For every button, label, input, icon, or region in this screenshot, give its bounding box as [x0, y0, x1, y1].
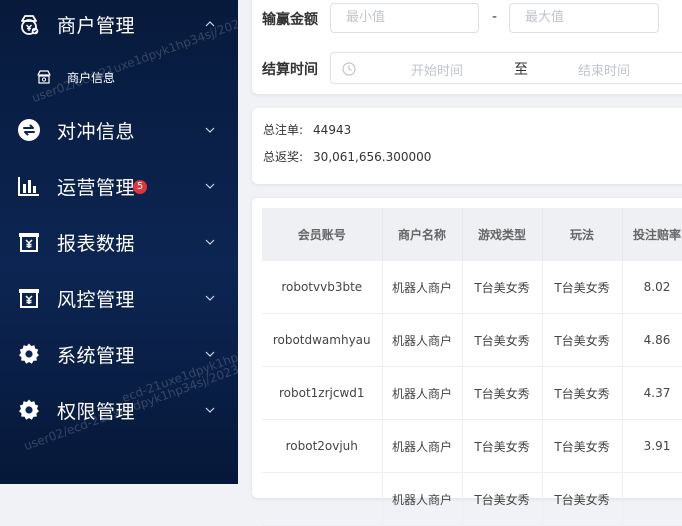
cell-member-account: robotvvb3bte	[262, 261, 383, 314]
cell-odds: 4.86	[622, 313, 682, 367]
hedge-icon	[17, 118, 41, 142]
total-payout-label: 总返奖:	[263, 150, 304, 164]
cell-member-account: robot1zrjcwd1	[262, 366, 383, 420]
chevron-down-icon	[204, 404, 216, 416]
column-header-play-type[interactable]: 玩法	[542, 208, 623, 261]
total-payout-value: 30,061,656.300000	[313, 150, 432, 164]
cell-game-type: T台美女秀	[462, 472, 543, 526]
sidebar-subitem-merchant-info[interactable]: 商户信息	[0, 66, 238, 88]
cell-odds: 3.91	[622, 419, 682, 473]
chevron-down-icon	[204, 236, 216, 248]
settlement-date-range[interactable]: 开始时间 至 结束时间	[330, 52, 682, 84]
cell-play-type: T台美女秀	[542, 472, 623, 526]
start-time-input[interactable]: 开始时间	[411, 60, 463, 79]
cell-game-type: T台美女秀	[462, 366, 543, 420]
total-bets-label: 总注单:	[263, 123, 304, 137]
merchant-info-icon	[36, 69, 52, 85]
column-header-merchant-name[interactable]: 商户名称	[382, 208, 463, 261]
settlement-time-label: 结算时间	[262, 62, 318, 78]
total-payout: 总返奖: 30,061,656.300000	[263, 148, 431, 165]
table-row[interactable]: robot2ovjuh 机器人商户 T台美女秀 T台美女秀 3.91	[262, 419, 682, 473]
filter-panel: 输赢金额 最小值 - 最大值 结算时间 开始时间 至 结束时间	[252, 0, 682, 94]
column-header-member-account[interactable]: 会员账号	[262, 208, 383, 261]
sidebar-item-label: 运营管理	[57, 176, 136, 199]
sidebar-item-label: 系统管理	[57, 344, 136, 367]
sidebar-item-hedge-info[interactable]: 对冲信息	[0, 112, 238, 148]
sidebar-subitem-label: 商户信息	[67, 71, 116, 85]
sidebar-item-report-data[interactable]: 报表数据	[0, 224, 238, 260]
gear-icon	[17, 342, 41, 366]
cell-member-account: robot2ovjuh	[262, 419, 383, 473]
total-bets: 总注单: 44943	[263, 121, 351, 138]
table-row[interactable]: robot1zrjcwd1 机器人商户 T台美女秀 T台美女秀 4.37	[262, 366, 682, 420]
amount-label: 输赢金额	[262, 12, 318, 28]
chevron-down-icon	[204, 180, 216, 192]
merchant-icon	[17, 12, 41, 36]
column-header-odds[interactable]: 投注赔率	[622, 208, 682, 261]
risk-control-icon	[17, 286, 41, 310]
sidebar-item-label: 对冲信息	[57, 120, 136, 143]
chevron-down-icon	[204, 292, 216, 304]
sidebar: 商户管理 商户信息 对冲信息 运营管理 5 报表数据 风控管理 系统管理 权限管…	[0, 0, 238, 484]
cell-merchant-name: 机器人商户	[382, 313, 463, 367]
bets-table: 会员账号 商户名称 游戏类型 玩法 投注赔率 robotvvb3bte 机器人商…	[262, 208, 682, 526]
table-row[interactable]: robotvvb3bte 机器人商户 T台美女秀 T台美女秀 8.02	[262, 261, 682, 314]
table-row[interactable]: robotdwamhyau 机器人商户 T台美女秀 T台美女秀 4.86	[262, 313, 682, 367]
cell-merchant-name: 机器人商户	[382, 261, 463, 314]
total-bets-value: 44943	[313, 123, 352, 137]
sidebar-item-label: 报表数据	[57, 232, 136, 255]
end-time-input[interactable]: 结束时间	[578, 60, 630, 79]
cell-play-type: T台美女秀	[542, 419, 623, 473]
sidebar-item-operations-management[interactable]: 运营管理 5	[0, 168, 238, 204]
cell-odds: 4.37	[622, 366, 682, 420]
cell-merchant-name: 机器人商户	[382, 472, 463, 526]
column-header-game-type[interactable]: 游戏类型	[462, 208, 543, 261]
sidebar-item-label: 风控管理	[57, 288, 136, 311]
cell-play-type: T台美女秀	[542, 313, 623, 367]
notification-badge: 5	[133, 180, 147, 194]
chevron-down-icon	[204, 348, 216, 360]
report-icon	[17, 230, 41, 254]
bar-chart-icon	[17, 174, 41, 198]
table-row[interactable]: 机器人商户 T台美女秀 T台美女秀	[262, 472, 682, 526]
sidebar-item-label: 商户管理	[57, 14, 136, 37]
chevron-up-icon	[204, 18, 216, 30]
sidebar-item-merchant-management[interactable]: 商户管理	[0, 6, 238, 42]
bets-table-panel: 会员账号 商户名称 游戏类型 玩法 投注赔率 robotvvb3bte 机器人商…	[252, 198, 682, 526]
cell-odds: 8.02	[622, 261, 682, 314]
chevron-down-icon	[204, 124, 216, 136]
summary-panel: 总注单: 44943 总返奖: 30,061,656.300000	[252, 108, 682, 184]
cell-play-type: T台美女秀	[542, 366, 623, 420]
sidebar-item-risk-control[interactable]: 风控管理	[0, 280, 238, 316]
max-amount-input[interactable]: 最大值	[509, 3, 659, 33]
gear-icon	[17, 398, 41, 422]
cell-merchant-name: 机器人商户	[382, 366, 463, 420]
cell-member-account	[262, 472, 383, 526]
cell-play-type: T台美女秀	[542, 261, 623, 314]
table-header-row: 会员账号 商户名称 游戏类型 玩法 投注赔率	[262, 208, 682, 261]
sidebar-item-permission-management[interactable]: 权限管理	[0, 392, 238, 428]
cell-game-type: T台美女秀	[462, 419, 543, 473]
clock-icon	[342, 61, 356, 76]
cell-odds	[622, 472, 682, 526]
cell-member-account: robotdwamhyau	[262, 313, 383, 367]
cell-game-type: T台美女秀	[462, 313, 543, 367]
sidebar-item-system-management[interactable]: 系统管理	[0, 336, 238, 372]
range-separator: 至	[514, 62, 528, 78]
range-dash: -	[492, 9, 498, 25]
min-amount-input[interactable]: 最小值	[330, 3, 479, 33]
cell-game-type: T台美女秀	[462, 261, 543, 314]
cell-merchant-name: 机器人商户	[382, 419, 463, 473]
sidebar-item-label: 权限管理	[57, 400, 136, 423]
